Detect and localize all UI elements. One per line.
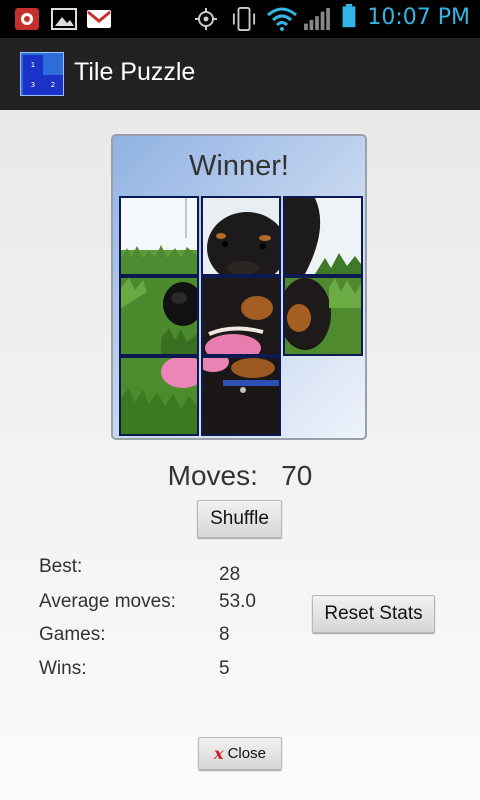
- wifi-icon: [267, 7, 297, 31]
- moves-value: 70: [281, 460, 313, 491]
- puzzle-card: Winner!: [111, 134, 367, 440]
- notification-cloud-icon: [15, 8, 39, 30]
- puzzle-grid: [119, 196, 363, 436]
- signal-icon: [304, 7, 330, 31]
- action-bar: 1 3 2 Tile Puzzle: [0, 38, 480, 110]
- vibrate-icon: [232, 7, 256, 31]
- shuffle-button[interactable]: Shuffle: [197, 500, 282, 538]
- gmail-icon: [87, 10, 111, 28]
- puzzle-tile[interactable]: [201, 356, 281, 436]
- stat-best-label: Best:: [39, 556, 83, 577]
- app-icon-tile: 1: [23, 55, 43, 75]
- close-icon: x: [214, 744, 224, 763]
- stat-best-value: 28: [219, 564, 241, 585]
- empty-tile[interactable]: [283, 356, 363, 436]
- puzzle-tile[interactable]: [201, 196, 281, 276]
- puzzle-tile[interactable]: [283, 276, 363, 356]
- close-label: Close: [227, 745, 266, 762]
- battery-icon: [342, 4, 356, 28]
- gps-icon: [195, 8, 217, 30]
- app-title: Tile Puzzle: [74, 58, 196, 86]
- winner-label: Winner!: [189, 150, 289, 182]
- status-bar: 10:07 PM: [0, 0, 480, 38]
- app-icon-tile: 3: [23, 75, 43, 95]
- puzzle-tile[interactable]: [283, 196, 363, 276]
- stat-average-value: 53.0: [219, 591, 256, 612]
- reset-stats-button[interactable]: Reset Stats: [312, 595, 435, 633]
- puzzle-tile[interactable]: [201, 276, 281, 356]
- app-icon-tile: 2: [43, 75, 63, 95]
- stat-wins-label: Wins:: [39, 658, 87, 679]
- moves-label: Moves:: [167, 460, 258, 491]
- stat-games-value: 8: [219, 624, 230, 645]
- app-icon[interactable]: 1 3 2: [20, 52, 64, 96]
- clock: 10:07 PM: [367, 5, 470, 30]
- main-content: Winner! Moves: 70 Shuffle Best: 28 Avera…: [0, 110, 480, 800]
- stat-average-label: Average moves:: [39, 591, 176, 612]
- stat-wins-value: 5: [219, 658, 230, 679]
- puzzle-tile[interactable]: [119, 196, 199, 276]
- gallery-icon: [51, 8, 77, 30]
- puzzle-tile[interactable]: [119, 356, 199, 436]
- close-button[interactable]: x Close: [198, 737, 282, 770]
- moves-display: Moves: 70: [0, 460, 480, 492]
- stat-games-label: Games:: [39, 624, 106, 645]
- puzzle-tile[interactable]: [119, 276, 199, 356]
